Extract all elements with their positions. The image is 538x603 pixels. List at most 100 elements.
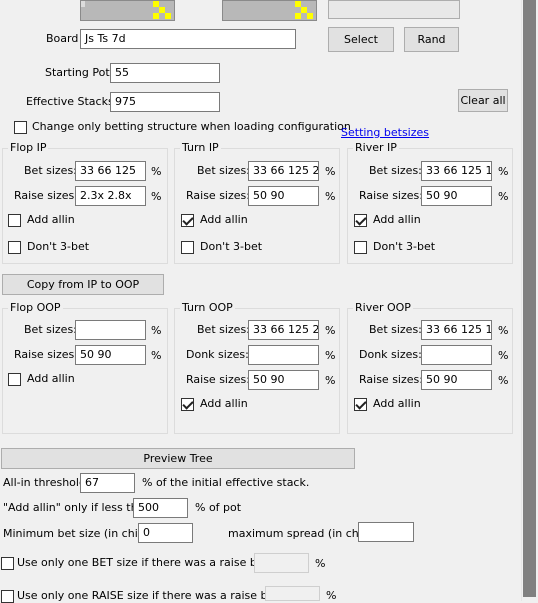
river-oop-raise-label: Raise sizes: [359,373,423,386]
flop-ip-bet-input[interactable]: 33 66 125 [75,161,146,181]
river-ip-raise-input[interactable]: 50 90 [421,186,492,206]
scrollbar-thumb[interactable] [523,0,536,597]
flop-oop-raise-pct: % [151,349,162,362]
clear-all-button[interactable]: Clear all [458,89,508,112]
flop-ip-dont-3bet-label: Don't 3-bet [27,240,90,253]
flop-ip-raise-input[interactable]: 2.3x 2.8x [75,186,146,206]
river-ip-dont-3bet-checkbox[interactable] [354,241,367,254]
river-ip-add-allin-label: Add allin [373,213,421,226]
river-oop-bet-pct: % [498,324,509,337]
flop-oop-add-allin-label: Add allin [27,372,75,385]
flop-oop-raise-input[interactable]: 50 90 [75,345,146,365]
turn-ip-bet-label: Bet sizes: [197,164,250,177]
flop-ip-raise-pct: % [151,190,162,203]
turn-oop-bet-input[interactable]: 33 66 125 20 [248,320,319,340]
copy-ip-to-oop-button[interactable]: Copy from IP to OOP [2,274,164,295]
only-one-bet-pct: % [315,557,326,570]
turn-oop-donk-pct: % [325,349,336,362]
turn-ip-raise-label: Raise sizes: [186,189,250,202]
only-one-bet-checkbox[interactable] [1,557,14,570]
flop-ip-add-allin-checkbox[interactable] [8,214,21,227]
add-allin-only-suffix: % of pot [195,501,242,514]
only-one-bet-label: Use only one BET size if there was a rai… [17,556,286,569]
starting-pot-input[interactable]: 55 [110,63,220,83]
turn-ip-bet-pct: % [325,165,336,178]
flop-ip-bet-pct: % [151,165,162,178]
turn-ip-bet-input[interactable]: 33 66 125 20 [248,161,319,181]
flop-ip-raise-label: Raise sizes: [14,189,78,202]
river-oop-donk-pct: % [498,349,509,362]
allin-threshold-input[interactable]: 67 [80,473,135,493]
add-allin-only-input[interactable]: 500 [133,498,188,518]
river-ip-dont-3bet-label: Don't 3-bet [373,240,436,253]
starting-pot-label: Starting Pot: [45,66,114,79]
turn-ip-dont-3bet-label: Don't 3-bet [200,240,263,253]
change-only-label: Change only betting structure when loadi… [32,120,351,133]
setting-betsizes-link[interactable]: Setting betsizes [341,126,429,139]
effective-stacks-input[interactable]: 975 [110,92,220,112]
change-only-checkbox[interactable] [14,121,27,134]
effective-stacks-label: Effective Stacks [26,95,114,108]
flop-oop-raise-label: Raise sizes: [14,348,78,361]
turn-ip-add-allin-label: Add allin [200,213,248,226]
river-oop-donk-label: Donk sizes: [359,348,422,361]
turn-oop-donk-input[interactable] [248,345,319,365]
only-one-raise-checkbox[interactable] [1,590,14,603]
turn-ip-dont-3bet-checkbox[interactable] [181,241,194,254]
flop-oop-add-allin-checkbox[interactable] [8,373,21,386]
turn-oop-raise-label: Raise sizes: [186,373,250,386]
river-ip-title: River IP [353,141,399,155]
turn-ip-raise-pct: % [325,190,336,203]
river-ip-add-allin-checkbox[interactable] [354,214,367,227]
river-ip-bet-pct: % [498,165,509,178]
flop-oop-title: Flop OOP [8,301,63,315]
flop-oop-bet-pct: % [151,324,162,337]
max-spread-input[interactable] [358,522,414,542]
river-oop-title: River OOP [353,301,413,315]
flop-ip-add-allin-label: Add allin [27,213,75,226]
river-ip-bet-input[interactable]: 33 66 125 15 [421,161,492,181]
select-button[interactable]: Select [328,27,394,52]
river-ip-raise-pct: % [498,190,509,203]
turn-oop-add-allin-checkbox[interactable] [181,398,194,411]
river-oop-raise-input[interactable]: 50 90 [421,370,492,390]
only-one-raise-input[interactable] [265,586,320,601]
rand-button[interactable]: Rand [404,27,459,52]
river-oop-add-allin-label: Add allin [373,397,421,410]
turn-oop-bet-pct: % [325,324,336,337]
add-allin-only-label: "Add allin" only if less than [3,501,152,514]
card-preview-2 [222,0,317,21]
turn-ip-raise-input[interactable]: 50 90 [248,186,319,206]
board-label: Board [46,32,79,45]
flop-oop-bet-label: Bet sizes: [24,323,77,336]
min-bet-label: Minimum bet size (in chips): [3,527,159,540]
turn-ip-title: Turn IP [180,141,221,155]
card-preview-1 [80,0,175,21]
river-oop-bet-label: Bet sizes: [369,323,422,336]
flop-oop-bet-input[interactable] [75,320,146,340]
turn-oop-add-allin-label: Add allin [200,397,248,410]
max-spread-label: maximum spread (in chips) [228,527,379,540]
turn-oop-donk-label: Donk sizes: [186,348,249,361]
flop-ip-bet-label: Bet sizes: [24,164,77,177]
turn-oop-bet-label: Bet sizes: [197,323,250,336]
turn-ip-add-allin-checkbox[interactable] [181,214,194,227]
turn-oop-title: Turn OOP [180,301,235,315]
turn-oop-raise-pct: % [325,374,336,387]
vertical-scrollbar[interactable] [521,0,538,601]
river-ip-bet-label: Bet sizes: [369,164,422,177]
allin-threshold-suffix: % of the initial effective stack. [142,476,310,489]
turn-oop-raise-input[interactable]: 50 90 [248,370,319,390]
river-ip-raise-label: Raise sizes: [359,189,423,202]
flop-ip-dont-3bet-checkbox[interactable] [8,241,21,254]
allin-threshold-label: All-in threshold: [3,476,90,489]
min-bet-input[interactable]: 0 [138,523,193,543]
river-oop-raise-pct: % [498,374,509,387]
flop-ip-title: Flop IP [8,141,49,155]
river-oop-donk-input[interactable] [421,345,492,365]
river-oop-bet-input[interactable]: 33 66 125 15 [421,320,492,340]
preview-tree-button[interactable]: Preview Tree [1,448,355,469]
board-input[interactable]: Js Ts 7d [80,29,296,49]
only-one-bet-input[interactable] [254,553,309,573]
river-oop-add-allin-checkbox[interactable] [354,398,367,411]
